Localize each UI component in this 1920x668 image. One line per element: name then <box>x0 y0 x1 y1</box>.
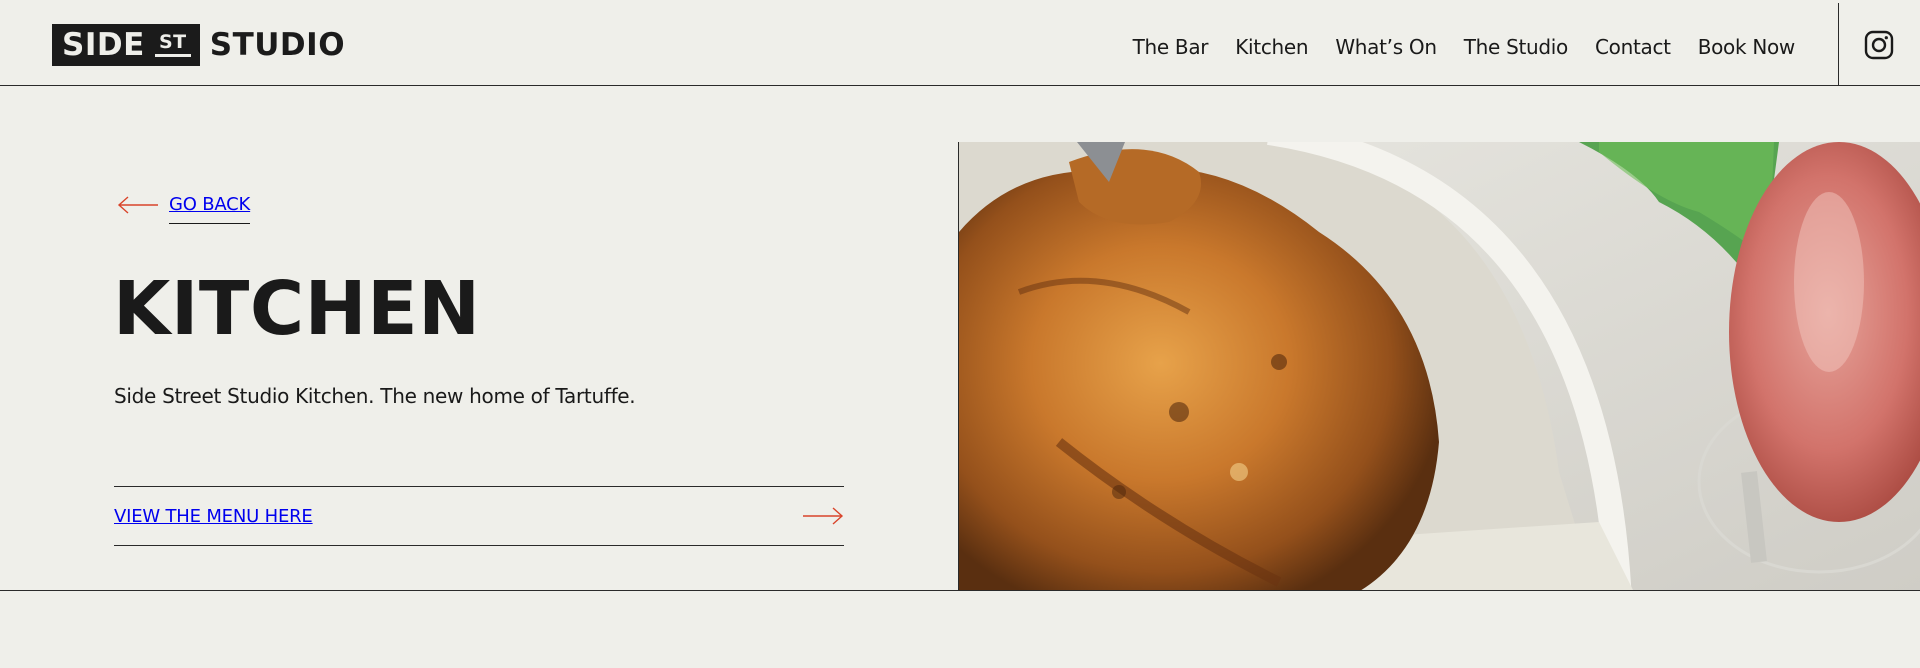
section-divider <box>0 590 1920 591</box>
main-nav: The Bar Kitchen What’s On The Studio Con… <box>1133 0 1796 86</box>
view-menu-label: VIEW THE MENU HERE <box>114 505 313 527</box>
arrow-left-icon <box>117 196 158 214</box>
nav-the-bar[interactable]: The Bar <box>1133 35 1209 59</box>
nav-kitchen[interactable]: Kitchen <box>1235 35 1308 59</box>
logo-st-text: ST <box>158 31 187 53</box>
logo-side-text: SIDE <box>62 27 145 63</box>
roast-chicken-photo <box>959 142 1920 591</box>
logo-st: ST <box>154 31 191 57</box>
nav-the-studio[interactable]: The Studio <box>1464 35 1569 59</box>
view-menu-link[interactable]: VIEW THE MENU HERE <box>114 486 844 546</box>
site-header: SIDE ST STUDIO The Bar Kitchen What’s On… <box>0 0 1920 86</box>
page-title: KITCHEN <box>113 266 481 352</box>
hero-image <box>958 142 1920 591</box>
arrow-right-icon <box>803 507 844 525</box>
logo-st-underline <box>154 54 191 57</box>
logo-studio-text: STUDIO <box>209 27 346 63</box>
go-back-label: GO BACK <box>169 194 250 224</box>
instagram-icon[interactable] <box>1864 30 1894 60</box>
nav-divider <box>1838 3 1839 86</box>
logo-mark: SIDE ST <box>52 24 200 66</box>
nav-contact[interactable]: Contact <box>1595 35 1671 59</box>
go-back-link[interactable]: GO BACK <box>117 190 250 224</box>
nav-whats-on[interactable]: What’s On <box>1335 35 1437 59</box>
page-subtitle: Side Street Studio Kitchen. The new home… <box>114 384 636 408</box>
site-logo[interactable]: SIDE ST STUDIO <box>52 24 345 66</box>
nav-book-now[interactable]: Book Now <box>1698 35 1796 59</box>
